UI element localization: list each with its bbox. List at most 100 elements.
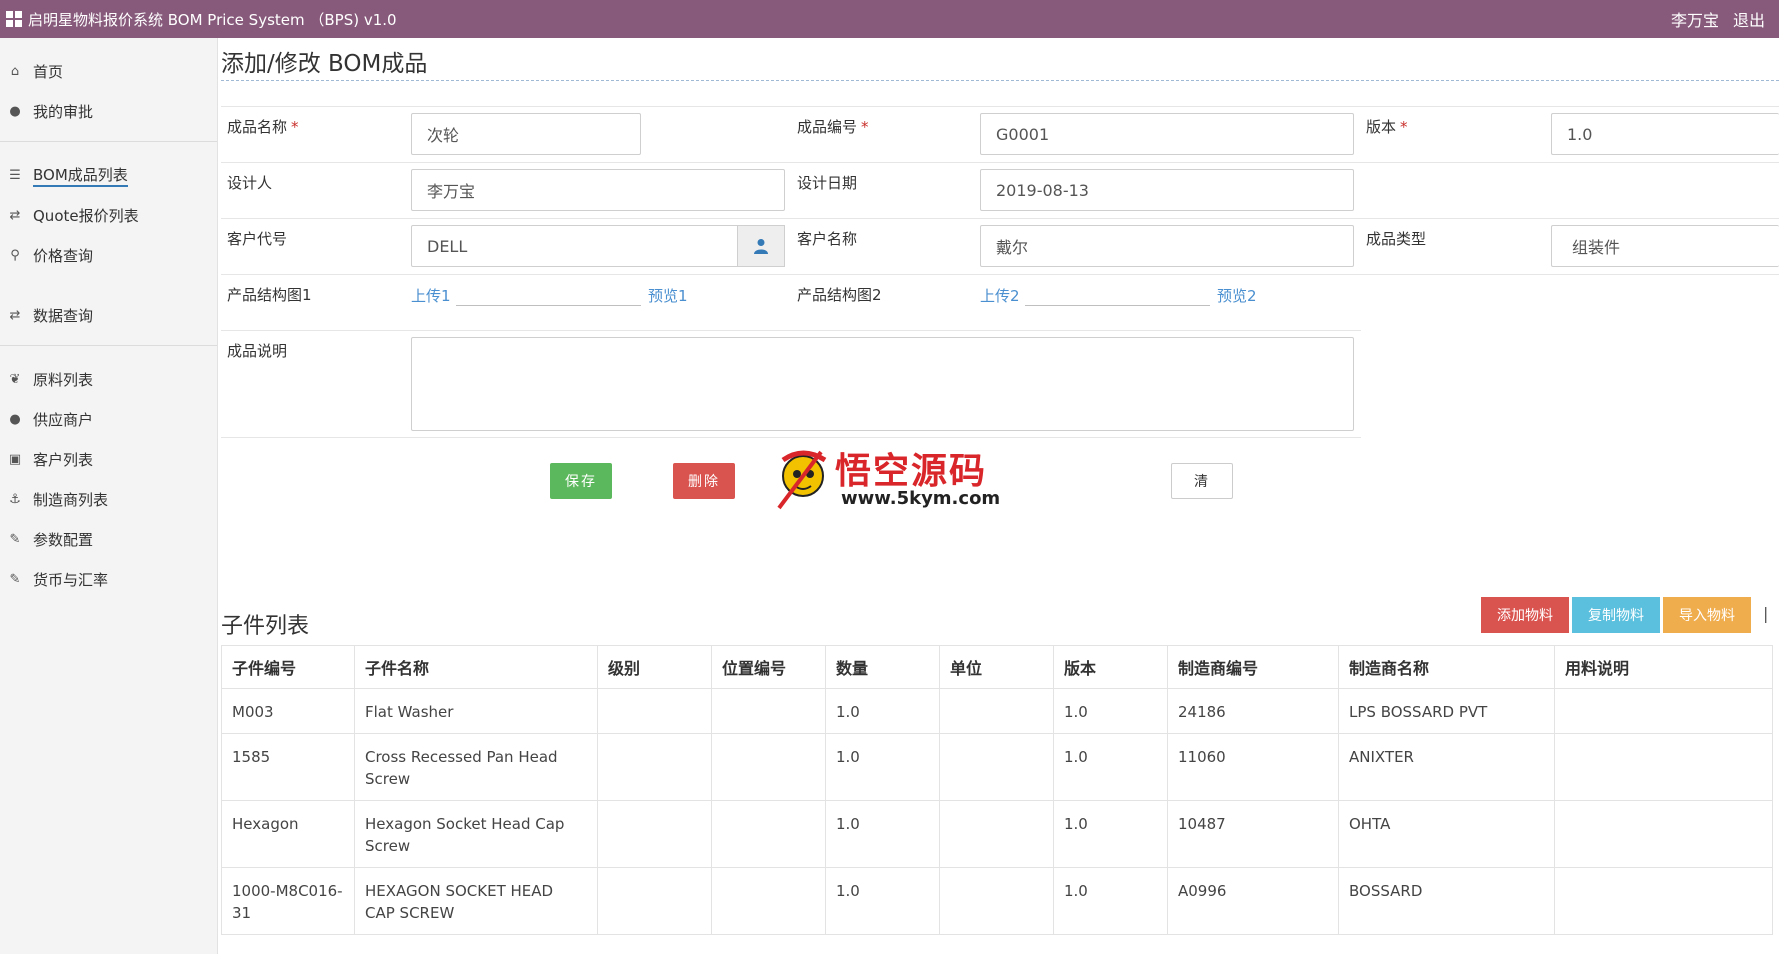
cell-level	[597, 867, 712, 935]
column-header[interactable]: 级别	[597, 645, 712, 689]
save-button[interactable]: 保存	[550, 463, 612, 499]
sidebar-item-label: 数据查询	[33, 306, 94, 325]
table-row[interactable]: 1585 Cross Recessed Pan Head Screw 1.0 1…	[221, 733, 1773, 801]
product-code-input[interactable]: G0001	[980, 113, 1354, 155]
cell-version: 1.0	[1053, 688, 1168, 734]
designer-label: 设计人	[227, 174, 273, 192]
customer-name-label: 客户名称	[797, 230, 858, 248]
add-material-button[interactable]: 添加物料	[1481, 597, 1569, 633]
cell-part-code: 1585	[221, 733, 355, 801]
watermark-text: 悟空源码	[835, 450, 988, 492]
logout-link[interactable]: 退出	[1733, 7, 1765, 31]
form-row-divider	[221, 218, 1779, 219]
sidebar-item-settings[interactable]: ✎ 参数配置	[0, 519, 217, 559]
list-icon: ☰	[9, 167, 21, 183]
column-header[interactable]: 单位	[939, 645, 1054, 689]
sidebar-item-materials[interactable]: ❦ 原料列表	[0, 359, 217, 399]
cell-unit	[939, 688, 1054, 734]
cell-unit	[939, 867, 1054, 935]
column-header[interactable]: 数量	[825, 645, 940, 689]
upload1-field	[456, 305, 641, 306]
sidebar-item-manufacturers[interactable]: ⚓ 制造商列表	[0, 479, 217, 519]
comment-icon: ●	[9, 103, 21, 119]
designer-input[interactable]: 李万宝	[411, 169, 785, 211]
cell-note	[1554, 867, 1773, 935]
user-name[interactable]: 李万宝	[1671, 7, 1719, 31]
sidebar-item-data-query[interactable]: ⇄ 数据查询	[0, 295, 217, 335]
design-date-input[interactable]: 2019-08-13	[980, 169, 1354, 211]
sidebar-item-approvals[interactable]: ● 我的审批	[0, 91, 217, 131]
copy-material-button[interactable]: 复制物料	[1572, 597, 1660, 633]
cell-part-code: 1000-M8C016-31	[221, 867, 355, 935]
column-header[interactable]: 子件名称	[354, 645, 598, 689]
cell-unit	[939, 733, 1054, 801]
clear-button[interactable]: 清	[1171, 463, 1233, 499]
cell-position	[711, 867, 826, 935]
table-row[interactable]: M003 Flat Washer 1.0 1.0 24186 LPS BOSSA…	[221, 688, 1773, 734]
customer-name-input[interactable]: 戴尔	[980, 225, 1354, 267]
cell-mfr-name: OHTA	[1338, 800, 1555, 868]
top-bar: 启明星物料报价系统 BOM Price System （BPS) v1.0 李万…	[0, 0, 1779, 38]
product-name-input[interactable]: 次轮	[411, 113, 641, 155]
column-header[interactable]: 用料说明	[1554, 645, 1773, 689]
cell-mfr-code: 11060	[1167, 733, 1339, 801]
preview1-link[interactable]: 预览1	[648, 285, 688, 306]
preview2-link[interactable]: 预览2	[1217, 285, 1257, 306]
cell-mfr-code: 24186	[1167, 688, 1339, 734]
watermark: 悟空源码 www.5kym.com	[773, 442, 1003, 514]
upload2-field	[1025, 305, 1210, 306]
version-label: 版本 *	[1366, 118, 1408, 136]
table-header-row: 子件编号 子件名称 级别 位置编号 数量 单位 版本 制造商编号 制造商名称 用…	[221, 645, 1773, 689]
column-header[interactable]: 位置编号	[711, 645, 826, 689]
column-header[interactable]: 制造商编号	[1167, 645, 1339, 689]
column-header[interactable]: 制造商名称	[1338, 645, 1555, 689]
cell-part-code: M003	[221, 688, 355, 734]
sidebar-item-label: 价格查询	[33, 246, 94, 265]
user-icon	[754, 239, 768, 254]
description-textarea[interactable]	[411, 337, 1354, 431]
upload2-link[interactable]: 上传2	[980, 285, 1020, 306]
brand[interactable]: 启明星物料报价系统 BOM Price System （BPS) v1.0	[0, 9, 397, 30]
sidebar-item-label: 参数配置	[33, 530, 94, 549]
watermark-url: www.5kym.com	[841, 488, 1001, 509]
monkey-logo-icon	[777, 450, 827, 510]
design-date-label: 设计日期	[797, 174, 858, 192]
column-header[interactable]: 子件编号	[221, 645, 355, 689]
cell-mfr-code: 10487	[1167, 800, 1339, 868]
column-header[interactable]: 版本	[1053, 645, 1168, 689]
sidebar-item-currency[interactable]: ✎ 货币与汇率	[0, 559, 217, 599]
product-type-select[interactable]: 组装件	[1551, 225, 1779, 267]
cell-part-name: HEXAGON SOCKET HEAD CAP SCREW	[354, 867, 598, 935]
sidebar-item-price-query[interactable]: ⚲ 价格查询	[0, 235, 217, 275]
structure2-label: 产品结构图2	[797, 286, 882, 304]
table-row[interactable]: Hexagon Hexagon Socket Head Cap Screw 1.…	[221, 800, 1773, 868]
sidebar-item-customers[interactable]: ▣ 客户列表	[0, 439, 217, 479]
delete-button[interactable]: 删除	[673, 463, 735, 499]
cell-position	[711, 688, 826, 734]
sidebar-divider	[0, 141, 217, 142]
cell-quantity: 1.0	[825, 688, 940, 734]
sidebar-item-home[interactable]: ⌂ 首页	[0, 51, 217, 91]
user-icon: ●	[9, 411, 21, 427]
import-material-button[interactable]: 导入物料	[1663, 597, 1751, 633]
sidebar-item-bom-list[interactable]: ☰ BOM成品列表	[0, 155, 217, 195]
customer-picker-button[interactable]	[737, 225, 785, 267]
product-code-label: 成品编号 *	[797, 118, 869, 136]
sidebar-divider	[0, 345, 217, 346]
cell-level	[597, 800, 712, 868]
cell-position	[711, 800, 826, 868]
cell-version: 1.0	[1053, 733, 1168, 801]
sidebar-item-label: Quote报价列表	[33, 206, 139, 225]
upload1-link[interactable]: 上传1	[411, 285, 451, 306]
sidebar-item-label: 我的审批	[33, 102, 94, 121]
sidebar-item-suppliers[interactable]: ● 供应商户	[0, 399, 217, 439]
cell-level	[597, 733, 712, 801]
sidebar-item-label: 客户列表	[33, 450, 94, 469]
version-input[interactable]: 1.0	[1551, 113, 1779, 155]
cell-part-name: Flat Washer	[354, 688, 598, 734]
table-row[interactable]: 1000-M8C016-31 HEXAGON SOCKET HEAD CAP S…	[221, 867, 1773, 935]
customer-code-input[interactable]: DELL	[411, 225, 739, 267]
cell-note	[1554, 688, 1773, 734]
sidebar-item-quote-list[interactable]: ⇄ Quote报价列表	[0, 195, 217, 235]
form-row-divider	[221, 274, 1779, 275]
